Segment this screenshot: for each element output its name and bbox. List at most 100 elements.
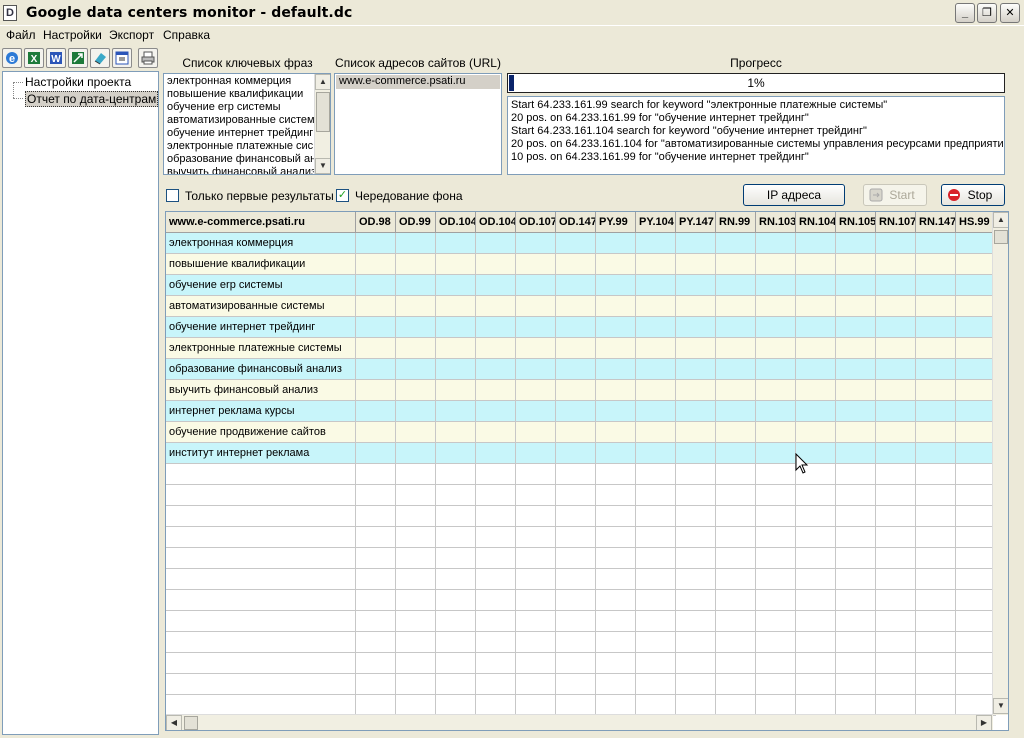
position-cell[interactable]: [436, 359, 476, 380]
alt-bg-checkbox[interactable]: ✓: [336, 189, 349, 202]
position-cell[interactable]: [396, 653, 436, 674]
ie-icon[interactable]: e: [2, 48, 22, 68]
position-cell[interactable]: [356, 254, 396, 275]
position-cell[interactable]: [796, 233, 836, 254]
position-cell[interactable]: [676, 380, 716, 401]
position-cell[interactable]: [556, 317, 596, 338]
position-cell[interactable]: [636, 506, 676, 527]
position-cell[interactable]: [516, 422, 556, 443]
position-cell[interactable]: [956, 590, 996, 611]
position-cell[interactable]: [756, 233, 796, 254]
empty-table-row[interactable]: [166, 695, 996, 716]
keyword-cell[interactable]: [166, 695, 356, 716]
position-cell[interactable]: [916, 527, 956, 548]
list-item[interactable]: повышение квалификации: [164, 88, 314, 101]
position-cell[interactable]: [876, 359, 916, 380]
position-cell[interactable]: [716, 611, 756, 632]
tree-item-datacenter-report[interactable]: Отчет по дата-центрам: [25, 91, 159, 107]
keyword-cell[interactable]: выучить финансовый анализ: [166, 380, 356, 401]
position-cell[interactable]: [556, 674, 596, 695]
position-cell[interactable]: [356, 296, 396, 317]
position-cell[interactable]: [796, 632, 836, 653]
table-row[interactable]: институт интернет реклама: [166, 443, 996, 464]
menu-settings[interactable]: Настройки: [43, 28, 102, 42]
position-cell[interactable]: [596, 233, 636, 254]
position-cell[interactable]: [636, 275, 676, 296]
position-cell[interactable]: [716, 338, 756, 359]
position-cell[interactable]: [516, 590, 556, 611]
position-cell[interactable]: [676, 632, 716, 653]
position-cell[interactable]: [756, 653, 796, 674]
position-cell[interactable]: [476, 695, 516, 716]
position-cell[interactable]: [636, 611, 676, 632]
position-cell[interactable]: [876, 674, 916, 695]
position-cell[interactable]: [516, 653, 556, 674]
position-cell[interactable]: [836, 590, 876, 611]
position-cell[interactable]: [476, 317, 516, 338]
position-cell[interactable]: [396, 296, 436, 317]
grid-header-datacenter[interactable]: OD.147: [556, 212, 596, 233]
position-cell[interactable]: [956, 569, 996, 590]
position-cell[interactable]: [476, 443, 516, 464]
position-cell[interactable]: [916, 674, 956, 695]
position-cell[interactable]: [476, 548, 516, 569]
position-cell[interactable]: [436, 380, 476, 401]
position-cell[interactable]: [356, 338, 396, 359]
word-icon[interactable]: W: [46, 48, 66, 68]
position-cell[interactable]: [796, 338, 836, 359]
scroll-up-icon[interactable]: ▲: [993, 212, 1008, 228]
position-cell[interactable]: [356, 632, 396, 653]
position-cell[interactable]: [716, 233, 756, 254]
position-cell[interactable]: [756, 443, 796, 464]
position-cell[interactable]: [676, 611, 716, 632]
position-cell[interactable]: [556, 506, 596, 527]
position-cell[interactable]: [436, 464, 476, 485]
keyword-cell[interactable]: [166, 506, 356, 527]
position-cell[interactable]: [876, 506, 916, 527]
position-cell[interactable]: [796, 422, 836, 443]
position-cell[interactable]: [876, 296, 916, 317]
position-cell[interactable]: [516, 569, 556, 590]
grid-header-datacenter[interactable]: RN.104: [796, 212, 836, 233]
position-cell[interactable]: [956, 653, 996, 674]
position-cell[interactable]: [356, 422, 396, 443]
position-cell[interactable]: [836, 401, 876, 422]
position-cell[interactable]: [516, 695, 556, 716]
position-cell[interactable]: [876, 569, 916, 590]
position-cell[interactable]: [916, 464, 956, 485]
table-row[interactable]: повышение квалификации: [166, 254, 996, 275]
position-cell[interactable]: [916, 632, 956, 653]
position-cell[interactable]: [596, 317, 636, 338]
position-cell[interactable]: [516, 275, 556, 296]
position-cell[interactable]: [356, 611, 396, 632]
position-cell[interactable]: [396, 401, 436, 422]
position-cell[interactable]: [676, 590, 716, 611]
position-cell[interactable]: [356, 653, 396, 674]
position-cell[interactable]: [436, 485, 476, 506]
position-cell[interactable]: [836, 653, 876, 674]
position-cell[interactable]: [796, 317, 836, 338]
position-cell[interactable]: [956, 632, 996, 653]
position-cell[interactable]: [876, 443, 916, 464]
excel-icon[interactable]: X: [24, 48, 44, 68]
position-cell[interactable]: [716, 296, 756, 317]
scroll-thumb[interactable]: [994, 230, 1008, 244]
position-cell[interactable]: [396, 695, 436, 716]
position-cell[interactable]: [836, 632, 876, 653]
position-cell[interactable]: [636, 443, 676, 464]
keyword-cell[interactable]: [166, 548, 356, 569]
position-cell[interactable]: [676, 254, 716, 275]
position-cell[interactable]: [676, 338, 716, 359]
position-cell[interactable]: [596, 338, 636, 359]
position-cell[interactable]: [396, 233, 436, 254]
empty-table-row[interactable]: [166, 548, 996, 569]
position-cell[interactable]: [516, 443, 556, 464]
position-cell[interactable]: [596, 674, 636, 695]
keyword-cell[interactable]: интернет реклама курсы: [166, 401, 356, 422]
keyword-cell[interactable]: [166, 611, 356, 632]
grid-vertical-scrollbar[interactable]: ▲ ▼: [992, 212, 1008, 715]
position-cell[interactable]: [476, 653, 516, 674]
position-cell[interactable]: [596, 401, 636, 422]
table-row[interactable]: интернет реклама курсы: [166, 401, 996, 422]
grid-header-datacenter[interactable]: OD.104: [436, 212, 476, 233]
